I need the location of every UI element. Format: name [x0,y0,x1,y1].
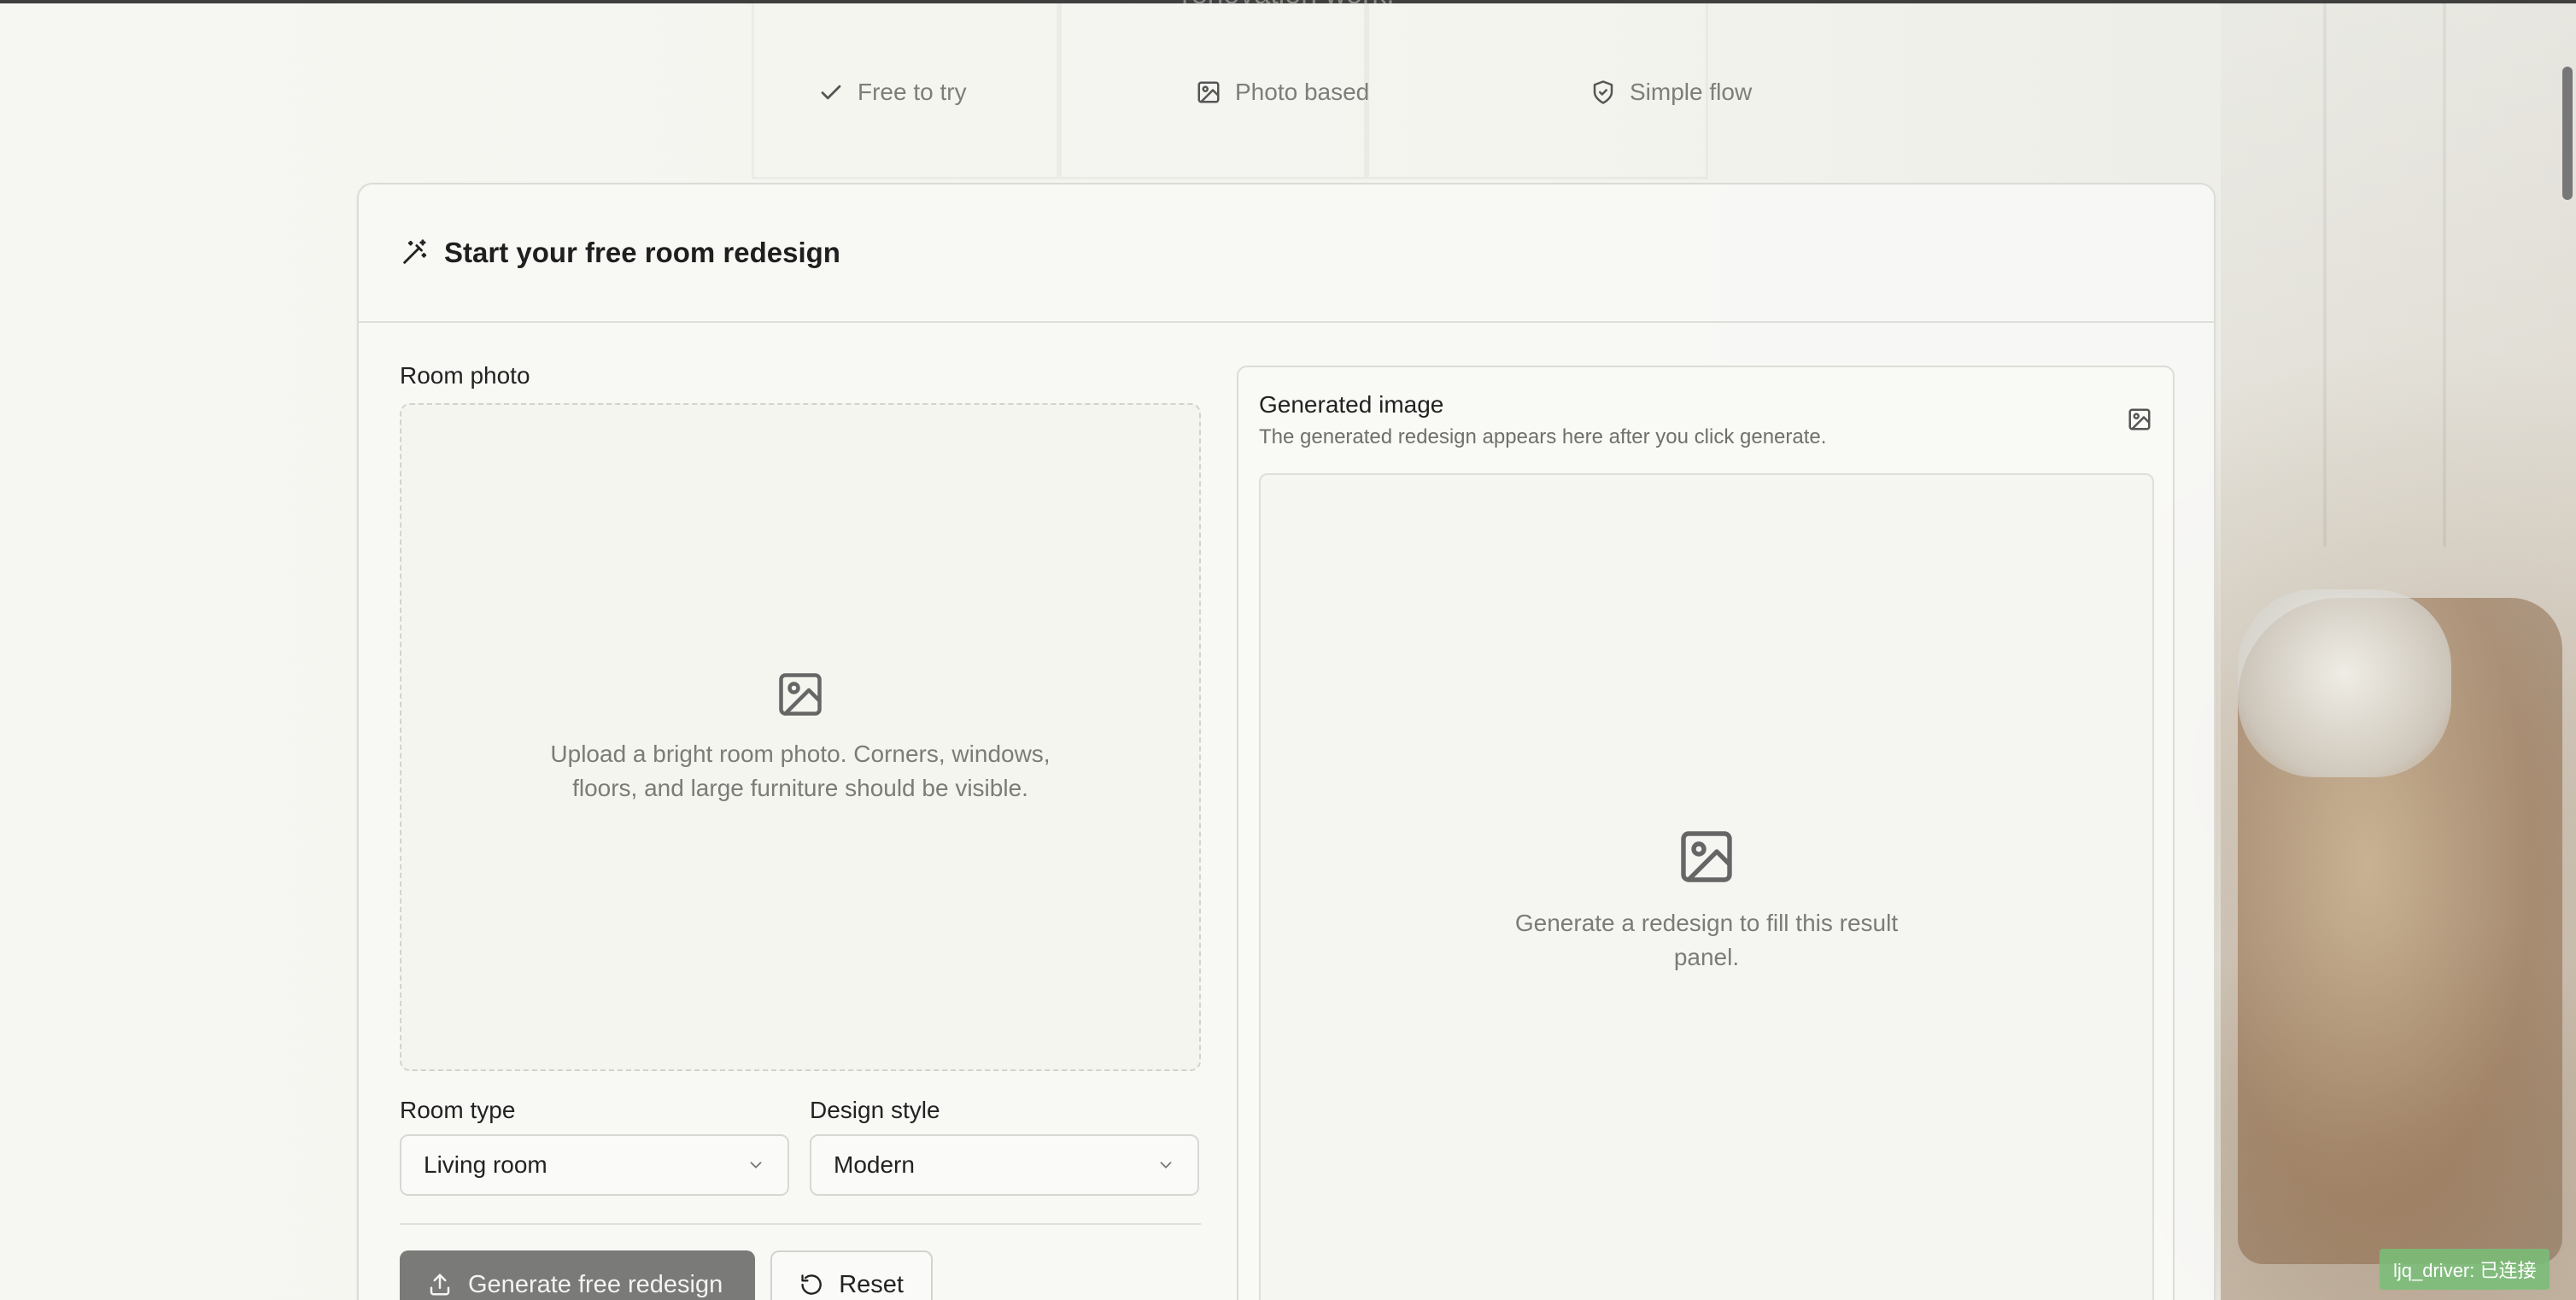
design-style-label: Design style [810,1097,940,1123]
connection-status-badge: ljq_driver: 已连接 [2380,1249,2550,1290]
image-upload-icon [779,673,822,716]
feature-simple-flow: Simple flow [1590,79,1752,106]
background-pillow [2238,589,2451,777]
chevron-down-icon [1160,1162,1172,1168]
scrollbar-thumb[interactable] [2562,67,2573,200]
feature-label: Photo based [1235,79,1370,105]
upload-icon [430,1274,450,1296]
shield-check-icon [1593,80,1613,104]
hero-subtitle: renovation work. [0,0,2576,11]
design-style-select[interactable]: Modern [810,1134,1199,1196]
room-type-label: Room type [400,1097,516,1123]
generate-button-label: Generate free redesign [468,1270,723,1298]
image-placeholder-icon [1681,831,1732,882]
magic-wand-icon [403,239,427,264]
generate-button[interactable]: Generate free redesign [400,1250,755,1300]
result-panel: Generated image The generated redesign a… [1237,366,2175,1300]
result-title: Generated image [1259,391,1444,418]
card-header: Start your free room redesign [359,184,2214,323]
image-icon [2128,408,2151,430]
check-icon [821,85,841,100]
dropzone-hint: Upload a bright room photo. Corners, win… [550,741,1051,801]
feature-label: Free to try [858,79,967,105]
feature-photo-based: Photo based [1196,79,1369,106]
room-type-select[interactable]: Living room [400,1134,789,1196]
room-photo-dropzone[interactable]: Upload a bright room photo. Corners, win… [400,403,1201,1071]
redesign-card: Start your free room redesign Room photo… [357,183,2216,1300]
reset-button[interactable]: Reset [770,1250,933,1300]
room-photo-label: Room photo [400,362,530,389]
feature-list: Free to try Photo based Simple flow [0,79,2576,118]
result-description: The generated redesign appears here afte… [1259,425,1827,448]
rotate-ccw-icon [801,1274,822,1295]
design-style-value: Modern [834,1151,915,1178]
image-icon [1197,81,1220,103]
chevron-down-icon [750,1162,762,1168]
result-image-area: Generate a redesign to fill this result … [1259,473,2154,1300]
reset-button-label: Reset [839,1270,904,1298]
feature-free-to-try: Free to try [818,79,967,106]
page: renovation work. Free to try Photo based… [0,0,2576,1300]
result-empty-text: Generate a redesign to fill this result … [1514,910,1899,970]
card-title: Start your free room redesign [444,237,840,268]
feature-label: Simple flow [1630,79,1753,105]
room-type-value: Living room [424,1151,547,1178]
form-divider [400,1223,1201,1225]
